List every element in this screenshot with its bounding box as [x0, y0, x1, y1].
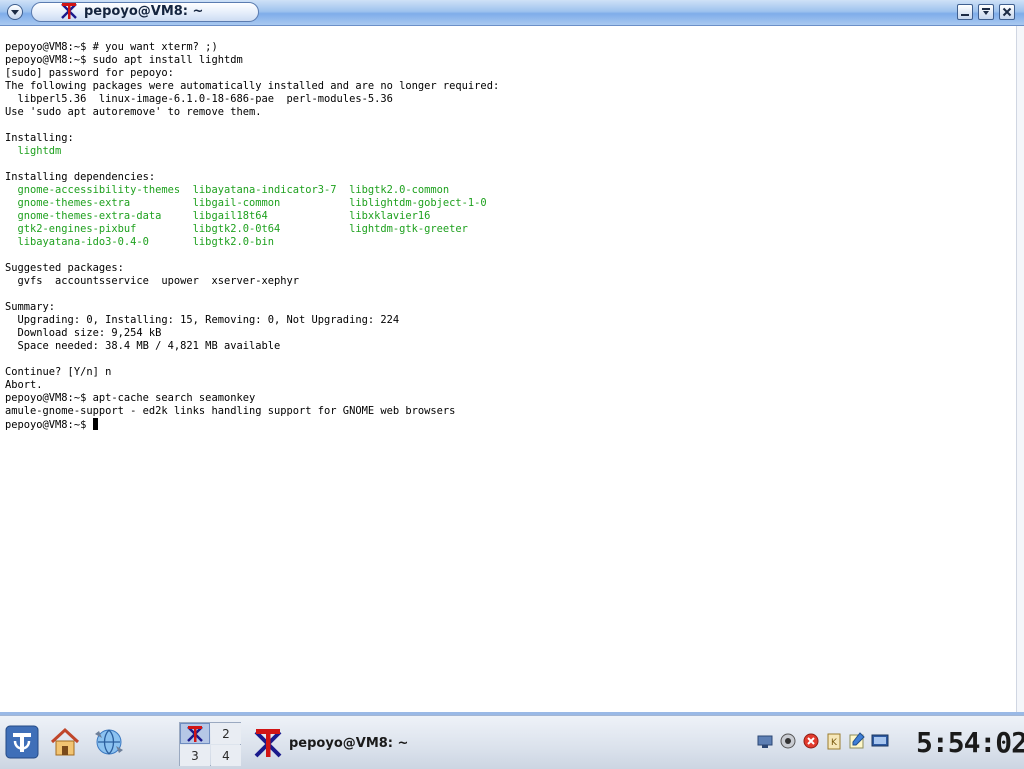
- close-icon[interactable]: [999, 4, 1015, 20]
- desktop-4[interactable]: 4: [211, 745, 241, 766]
- terminal-line-text: pepoyo@VM8:~$ sudo apt install lightdm: [5, 54, 243, 66]
- minimize-icon[interactable]: [957, 4, 973, 20]
- terminal-line: Continue? [Y/n] n: [5, 366, 499, 379]
- terminal-line-text: Download size: 9,254 kB: [5, 327, 162, 339]
- terminal-line-text: gvfs accountsservice upower xserver-xeph…: [5, 275, 300, 287]
- terminal-line-text: pepoyo@VM8:~$ apt-cache search seamonkey: [5, 392, 256, 404]
- xterm-icon: [187, 725, 203, 742]
- terminal-line-text: Abort.: [5, 379, 43, 391]
- terminal-line-text: Installing dependencies:: [5, 171, 156, 183]
- chevron-down-icon[interactable]: [7, 4, 23, 20]
- terminal-line: [sudo] password for pepoyo:: [5, 67, 499, 80]
- terminal-line: gtk2-engines-pixbuf libgtk2.0-0t64 light…: [5, 223, 499, 236]
- taskbar: 2 3 4 pepoyo@VM8: ~ K 5:54:02: [0, 715, 1024, 769]
- web-browser-icon[interactable]: [92, 725, 126, 759]
- taskbar-window-label: pepoyo@VM8: ~: [289, 736, 409, 751]
- terminal-line: Suggested packages:: [5, 262, 499, 275]
- terminal-line: gnome-themes-extra-data libgail18t64 lib…: [5, 210, 499, 223]
- terminal-line-text: Summary:: [5, 301, 56, 313]
- mixer-icon[interactable]: [779, 732, 797, 750]
- network-icon[interactable]: [756, 732, 774, 750]
- system-tray: K: [756, 730, 892, 754]
- window-titlebar[interactable]: pepoyo@VM8: ~: [0, 0, 1024, 26]
- terminal-line: libperl5.36 linux-image-6.1.0-18-686-pae…: [5, 93, 499, 106]
- clock[interactable]: 5:54:02: [916, 727, 1024, 759]
- terminal-line: Installing dependencies:: [5, 171, 499, 184]
- terminal-line: Abort.: [5, 379, 499, 392]
- terminal-line-text: Suggested packages:: [5, 262, 124, 274]
- terminal-line: gvfs accountsservice upower xserver-xeph…: [5, 275, 499, 288]
- terminal-line: pepoyo@VM8:~$ sudo apt install lightdm: [5, 54, 499, 67]
- desktop-2[interactable]: 2: [211, 723, 241, 744]
- terminal-line: pepoyo@VM8:~$ apt-cache search seamonkey: [5, 392, 499, 405]
- terminal-line: Download size: 9,254 kB: [5, 327, 499, 340]
- terminal-line: Summary:: [5, 301, 499, 314]
- terminal-line-text: Use 'sudo apt autoremove' to remove them…: [5, 106, 262, 118]
- kde-menu-icon[interactable]: [5, 725, 39, 759]
- terminal-area[interactable]: pepoyo@VM8:~$ # you want xterm? ;) pepoyo…: [0, 26, 1016, 712]
- virtual-desktop-pager: 2 3 4: [179, 722, 241, 766]
- home-folder-icon[interactable]: [48, 725, 82, 759]
- terminal-line: libayatana-ido3-0.4-0 libgtk2.0-bin: [5, 236, 499, 249]
- maximize-icon[interactable]: [978, 4, 994, 20]
- terminal-line-text: pepoyo@VM8:~$ # you want xterm? ;): [5, 41, 218, 53]
- terminal-line: pepoyo@VM8:~$ # you want xterm? ;): [5, 41, 499, 54]
- terminal-line-text: pepoyo@VM8:~$: [5, 419, 93, 431]
- terminal-scrollbar[interactable]: [1016, 26, 1024, 712]
- terminal-line: Installing:: [5, 132, 499, 145]
- window-title: pepoyo@VM8: ~: [84, 4, 204, 19]
- terminal-line-text: gnome-accessibility-themes libayatana-in…: [5, 184, 450, 196]
- terminal-line-text: gnome-themes-extra-data libgail18t64 lib…: [5, 210, 431, 222]
- display-icon[interactable]: [871, 732, 889, 750]
- terminal-line-text: lightdm: [5, 145, 62, 157]
- klipper-icon[interactable]: K: [825, 732, 843, 750]
- terminal-line-text: amule-gnome-support - ed2k links handlin…: [5, 405, 456, 417]
- terminal-line: Space needed: 38.4 MB / 4,821 MB availab…: [5, 340, 499, 353]
- terminal-line: The following packages were automaticall…: [5, 80, 499, 93]
- update-icon[interactable]: [802, 732, 820, 750]
- xterm-icon: [254, 729, 282, 758]
- terminal-line-text: [sudo] password for pepoyo:: [5, 67, 174, 79]
- terminal-cursor: [92, 418, 98, 430]
- terminal-line: amule-gnome-support - ed2k links handlin…: [5, 405, 499, 418]
- terminal-output: pepoyo@VM8:~$ # you want xterm? ;) pepoyo…: [5, 41, 499, 431]
- terminal-line: Upgrading: 0, Installing: 15, Removing: …: [5, 314, 499, 327]
- xterm-icon: [61, 3, 77, 19]
- terminal-line: gnome-themes-extra libgail-common liblig…: [5, 197, 499, 210]
- terminal-line-text: Continue? [Y/n] n: [5, 366, 112, 378]
- terminal-line-text: gtk2-engines-pixbuf libgtk2.0-0t64 light…: [5, 223, 468, 235]
- terminal-line-text: libperl5.36 linux-image-6.1.0-18-686-pae…: [5, 93, 393, 105]
- desktop-1[interactable]: [180, 723, 210, 744]
- taskbar-window-button[interactable]: pepoyo@VM8: ~: [248, 723, 478, 763]
- terminal-line-text: gnome-themes-extra libgail-common liblig…: [5, 197, 487, 209]
- terminal-line-text: The following packages were automaticall…: [5, 80, 500, 92]
- terminal-line: pepoyo@VM8:~$: [5, 418, 499, 431]
- terminal-line: lightdm: [5, 145, 499, 158]
- terminal-line-text: Upgrading: 0, Installing: 15, Removing: …: [5, 314, 400, 326]
- terminal-line: gnome-accessibility-themes libayatana-in…: [5, 184, 499, 197]
- terminal-line: Use 'sudo apt autoremove' to remove them…: [5, 106, 499, 119]
- terminal-line-text: libayatana-ido3-0.4-0 libgtk2.0-bin: [5, 236, 275, 248]
- terminal-line-text: Installing:: [5, 132, 74, 144]
- desktop-3[interactable]: 3: [180, 745, 210, 766]
- notes-icon[interactable]: [848, 732, 866, 750]
- terminal-line-text: Space needed: 38.4 MB / 4,821 MB availab…: [5, 340, 281, 352]
